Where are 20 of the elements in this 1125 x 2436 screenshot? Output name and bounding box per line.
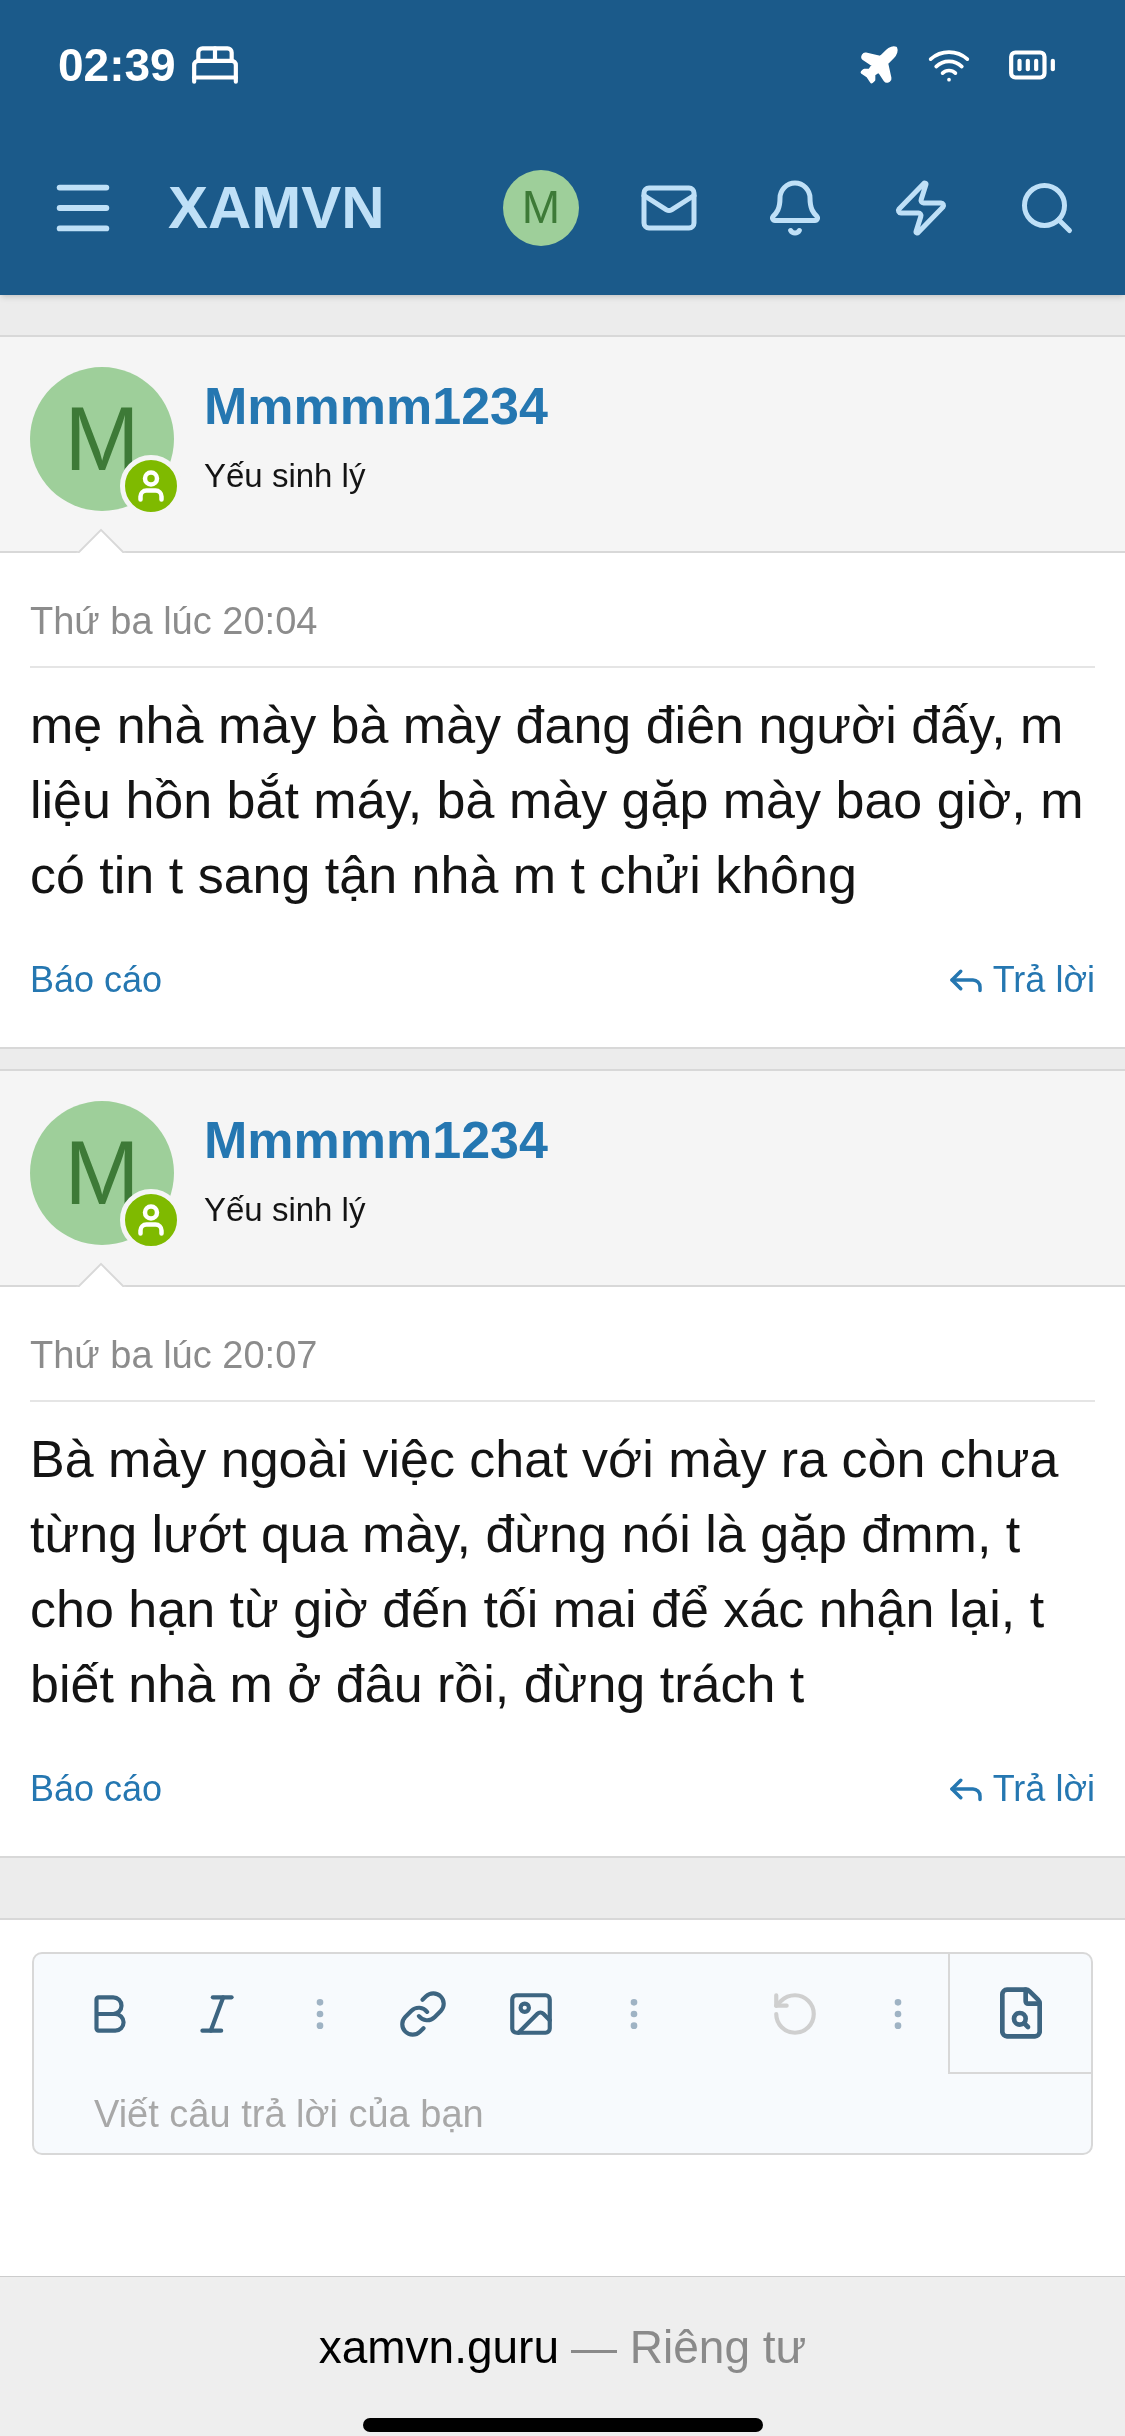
username-link[interactable]: Mmmmm1234 — [204, 371, 548, 441]
status-time: 02:39 — [58, 37, 176, 93]
site-logo[interactable]: XAMVN — [168, 162, 385, 253]
reply-link[interactable]: Trả lời — [944, 1762, 1095, 1816]
post-time[interactable]: Thứ ba lúc 20:04 — [30, 593, 1095, 668]
post-time[interactable]: Thứ ba lúc 20:07 — [30, 1327, 1095, 1402]
reply-editor[interactable]: Viết câu trả lời của bạn — [32, 1952, 1093, 2155]
post-body: mẹ nhà mày bà mày đang điên người đấy, m liệu hồn bắt máy, bà mày gặp mày bao giờ, m có tin t sang tận nhà m t chửi không — [30, 695, 1085, 906]
report-link[interactable]: Báo cáo — [30, 953, 163, 1007]
username-link[interactable]: Mmmmm1234 — [204, 1105, 548, 1175]
privacy-label: — Riêng tư — [571, 2320, 807, 2375]
reply-link[interactable]: Trả lời — [944, 953, 1095, 1007]
page-domain[interactable]: xamvn.guru — [318, 2313, 559, 2382]
report-link[interactable]: Báo cáo — [30, 1762, 163, 1816]
post-body: Bà mày ngoài việc chat với mày ra còn chưa từng lướt qua mày, đừng nói là gặp đmm, t cho hạn từ giờ đến tối mai để xác nhận lại, t biết nhà m ở đâu rồi, đừng trách t — [30, 1429, 1060, 1715]
account-avatar[interactable]: M — [503, 169, 579, 246]
user-title: Yếu sinh lý — [204, 1190, 367, 1230]
link-icon[interactable] — [398, 1989, 448, 2039]
user-title: Yếu sinh lý — [204, 456, 367, 496]
reply-placeholder: Viết câu trả lời của bạn — [93, 2092, 485, 2137]
